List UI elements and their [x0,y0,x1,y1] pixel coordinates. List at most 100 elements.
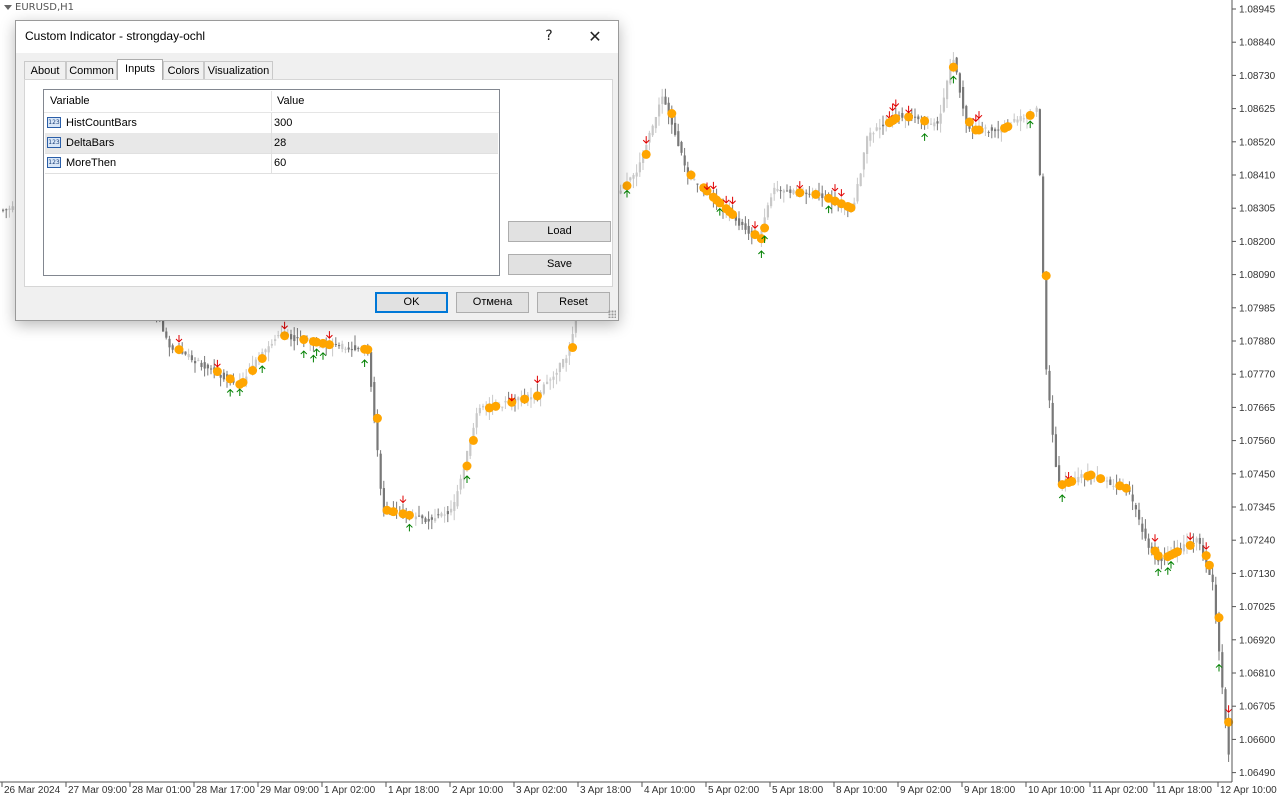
variable-value[interactable]: 28 [274,133,286,153]
candle-body [475,413,478,428]
arrow-up-icon [361,359,368,368]
variable-value[interactable]: 300 [274,113,292,133]
arrow-down-icon [1151,534,1159,542]
table-header: Variable Value [44,90,499,113]
close-button[interactable]: ✕ [572,21,618,52]
signal-dot [1121,483,1131,493]
cancel-button[interactable]: Отмена [456,292,529,313]
signal-dot [1041,271,1051,281]
arrow-down-icon [796,181,804,189]
variable-name: HistCountBars [66,117,137,129]
signal-dot [891,113,901,123]
candle-body [658,104,661,117]
candle-body [2,209,5,211]
signal-dot [1185,540,1195,550]
arrow-down-icon [729,196,736,205]
arrow-up-icon [1026,120,1034,129]
price-tick-label: 1.06920 [1239,635,1276,646]
tab-visualization[interactable]: Visualization [204,61,273,79]
candle-body [997,129,1000,131]
arrow-up-icon [825,205,832,214]
dialog-titlebar[interactable]: Custom Indicator - strongday-ochl ? ✕ [16,21,618,53]
candle-body [354,345,357,351]
time-tick-label: 28 Mar 17:00 [196,785,255,796]
candle-body [632,175,635,179]
candle-body [962,87,965,109]
candle-body [437,514,440,516]
save-button[interactable]: Save [508,254,611,275]
signal-dot [324,340,334,350]
tab-inputs[interactable]: Inputs [117,59,163,80]
candle-body [206,364,209,369]
arrow-up-icon [623,189,631,198]
signal-dot [1201,551,1211,561]
table-row[interactable]: 123 MoreThen 60 [45,153,498,174]
dialog-title: Custom Indicator - strongday-ochl [25,29,206,43]
candle-body [789,189,792,193]
column-header-variable[interactable]: Variable [50,90,90,112]
arrow-down-icon [838,189,845,197]
price-tick-label: 1.08840 [1239,38,1276,49]
price-tick-label: 1.07130 [1239,569,1276,580]
arrow-up-icon [310,354,317,363]
ok-button[interactable]: OK [375,292,448,313]
candle-body [744,223,747,230]
help-button[interactable]: ? [526,21,572,52]
cell-divider [271,113,272,133]
candle-body [1147,538,1150,548]
arrow-down-icon [175,334,183,343]
candle-body [504,400,507,403]
candle-body [379,453,382,489]
table-row[interactable]: 123 HistCountBars 300 [45,113,498,134]
time-tick-label: 1 Apr 18:00 [388,785,440,796]
inputs-table: Variable Value 123 HistCountBars 300 123… [43,89,500,276]
candle-body [296,337,299,339]
candle-body [162,320,165,332]
arrow-up-icon [758,250,765,259]
signal-dot [280,331,290,341]
signal-dot [388,507,398,517]
arrow-down-icon [534,375,541,384]
resize-grip-icon[interactable] [608,310,616,318]
table-row[interactable]: 123 DeltaBars 28 [45,133,498,154]
load-button[interactable]: Load [508,221,611,242]
variable-value[interactable]: 60 [274,153,286,173]
candle-body [558,362,561,373]
tab-colors[interactable]: Colors [163,61,204,79]
candle-body [901,113,904,118]
reset-button[interactable]: Reset [537,292,610,313]
tab-about[interactable]: About [24,61,66,79]
candle-body [984,127,987,129]
candle-body [542,384,545,394]
signal-dot [238,378,248,387]
arrow-up-icon [300,350,308,359]
candle-body [338,345,341,347]
cell-divider [271,133,272,153]
signal-dot [948,62,958,72]
candle-body [530,397,533,400]
candle-body [773,187,776,195]
price-tick-label: 1.08625 [1239,104,1276,115]
candle-body [914,116,917,118]
tab-common[interactable]: Common [66,61,117,79]
signal-dot [225,374,235,384]
candle-body [5,209,8,211]
signal-dot [372,413,382,423]
candle-body [680,141,683,153]
column-header-value[interactable]: Value [277,90,304,112]
candle-body [878,127,881,130]
price-axis: 1.08945 1.08840 1.08730 1.08625 1.08520 1.084… [1232,5,1276,779]
candle-body [808,193,811,195]
candle-body [917,116,920,120]
arrow-up-icon [226,388,234,397]
time-tick-label: 4 Apr 10:00 [644,785,696,796]
candle-body [946,80,949,100]
candle-body [440,513,443,517]
arrow-down-icon [831,184,839,192]
candle-body [1054,434,1057,467]
column-divider[interactable] [271,91,272,111]
price-tick-label: 1.07240 [1239,536,1276,547]
candle-body [171,345,174,350]
candle-body [190,355,193,361]
candle-body [779,190,782,192]
